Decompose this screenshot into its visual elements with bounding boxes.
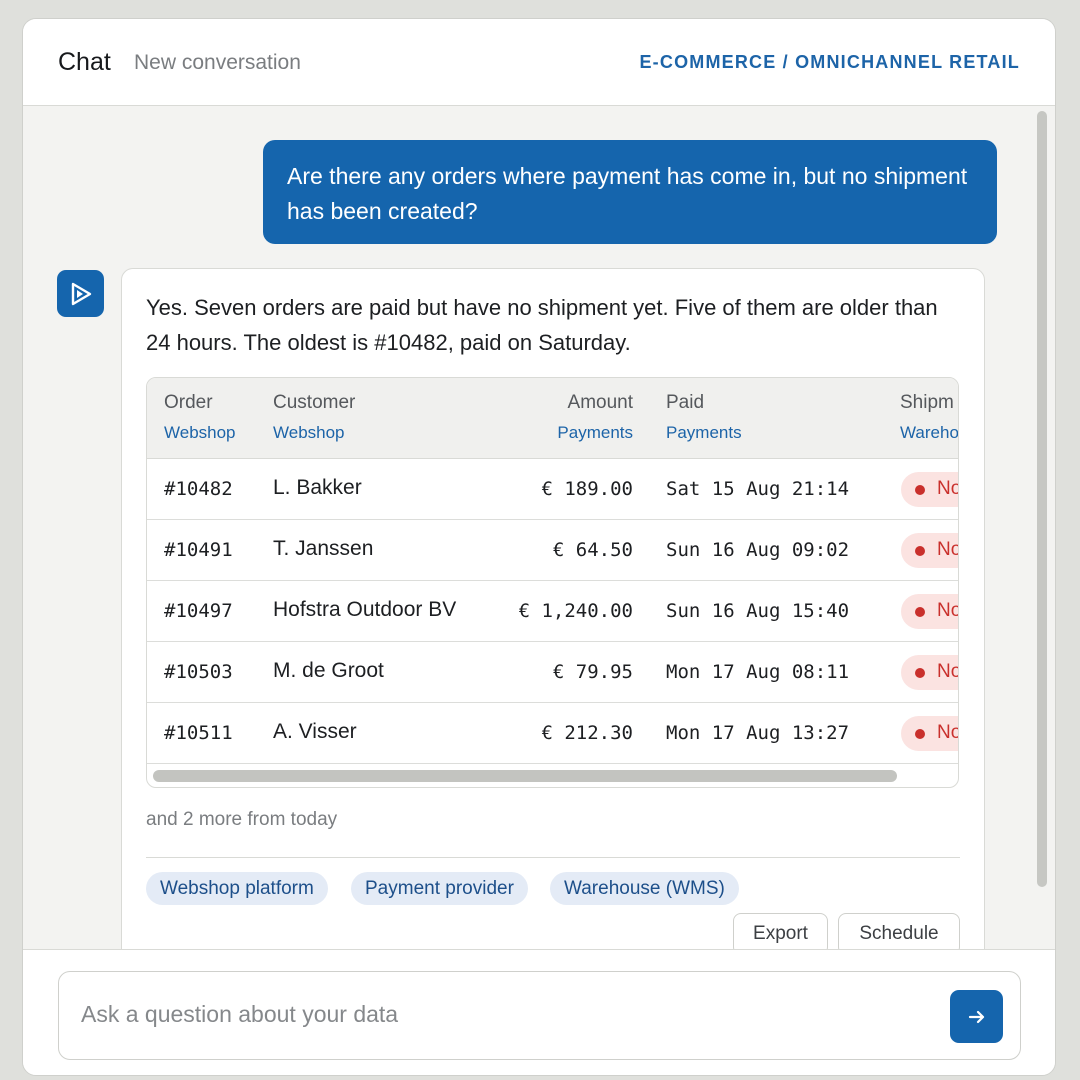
paid-date: Mon 17 Aug 08:11 xyxy=(666,661,850,683)
column-header-order[interactable]: Order Webshop xyxy=(164,392,236,443)
order-amount: € 189.00 xyxy=(541,478,633,500)
column-header-customer[interactable]: Customer Webshop xyxy=(273,392,355,443)
paid-date: Sun 16 Aug 09:02 xyxy=(666,539,850,561)
column-source: Payments xyxy=(666,423,742,442)
table-row[interactable]: #10503 M. de Groot € 79.95 Mon 17 Aug 08… xyxy=(147,642,958,703)
assistant-answer: Yes. Seven orders are paid but have no s… xyxy=(146,295,938,355)
column-label: Paid xyxy=(666,392,705,413)
customer-name: Hofstra Outdoor BV xyxy=(273,598,457,621)
column-source: Webshop xyxy=(164,423,236,442)
customer-name: T. Janssen xyxy=(273,537,374,560)
play-logo-icon xyxy=(71,282,91,305)
question-input[interactable] xyxy=(81,994,931,1034)
table-row[interactable]: #10511 A. Visser € 212.30 Mon 17 Aug 13:… xyxy=(147,703,958,764)
status-dot-icon xyxy=(915,546,925,556)
order-number: #10491 xyxy=(164,539,233,561)
status-text: No xyxy=(937,600,959,621)
chat-window: Chat New conversation E-COMMERCE / OMNIC… xyxy=(22,18,1056,1076)
paid-date: Sun 16 Aug 15:40 xyxy=(666,600,850,622)
more-results-note: and 2 more from today xyxy=(146,809,338,830)
context-breadcrumb[interactable]: E-COMMERCE / OMNICHANNEL RETAIL xyxy=(639,52,1020,73)
customer-name: L. Bakker xyxy=(273,476,362,499)
order-number: #10511 xyxy=(164,722,233,744)
composer-box xyxy=(58,971,1021,1060)
column-header-paid[interactable]: Paid Payments xyxy=(666,392,742,443)
status-text: No xyxy=(937,661,959,682)
status-dot-icon xyxy=(915,607,925,617)
assistant-avatar xyxy=(57,270,104,317)
status-text: No xyxy=(937,539,959,560)
results-table: Order Webshop Customer Webshop Amount Pa… xyxy=(146,377,959,788)
shipment-status-badge: No xyxy=(901,594,959,629)
customer-name: A. Visser xyxy=(273,720,357,743)
column-header-shipment[interactable]: Shipm Wareho xyxy=(900,392,959,443)
column-header-amount[interactable]: Amount Payments xyxy=(507,392,633,443)
column-label: Order xyxy=(164,392,213,413)
source-chip-webshop[interactable]: Webshop platform xyxy=(146,872,328,905)
conversation-title: New conversation xyxy=(134,51,301,74)
status-dot-icon xyxy=(915,729,925,739)
table-header: Order Webshop Customer Webshop Amount Pa… xyxy=(147,378,958,459)
send-button[interactable] xyxy=(950,990,1003,1043)
shipment-status-badge: No xyxy=(901,716,959,751)
column-source: Payments xyxy=(557,423,633,442)
horizontal-scrollbar[interactable] xyxy=(153,770,897,782)
scrollbar-thumb[interactable] xyxy=(1037,111,1047,887)
source-chip-warehouse[interactable]: Warehouse (WMS) xyxy=(550,872,739,905)
customer-name: M. de Groot xyxy=(273,659,384,682)
order-amount: € 1,240.00 xyxy=(518,600,633,622)
divider xyxy=(146,857,960,858)
order-number: #10503 xyxy=(164,661,233,683)
user-message: Are there any orders where payment has c… xyxy=(263,140,997,244)
order-amount: € 64.50 xyxy=(552,539,633,561)
composer xyxy=(23,949,1055,1075)
table-row[interactable]: #10482 L. Bakker € 189.00 Sat 15 Aug 21:… xyxy=(147,459,958,520)
status-text: No xyxy=(937,478,959,499)
source-chip-payments[interactable]: Payment provider xyxy=(351,872,528,905)
column-label: Amount xyxy=(567,392,633,413)
column-label: Shipm xyxy=(900,392,954,413)
header: Chat New conversation E-COMMERCE / OMNIC… xyxy=(23,19,1055,106)
order-number: #10497 xyxy=(164,600,233,622)
paid-date: Mon 17 Aug 13:27 xyxy=(666,722,850,744)
status-dot-icon xyxy=(915,668,925,678)
column-source: Webshop xyxy=(273,423,345,442)
paid-date: Sat 15 Aug 21:14 xyxy=(666,478,850,500)
shipment-status-badge: No xyxy=(901,533,959,568)
arrow-right-icon xyxy=(968,1010,984,1023)
status-dot-icon xyxy=(915,485,925,495)
table-row[interactable]: #10497 Hofstra Outdoor BV € 1,240.00 Sun… xyxy=(147,581,958,642)
page-title: Chat xyxy=(58,48,111,76)
shipment-status-badge: No xyxy=(901,472,959,507)
vertical-scrollbar[interactable] xyxy=(1035,111,1049,947)
shipment-status-badge: No xyxy=(901,655,959,690)
column-source: Wareho xyxy=(900,423,959,442)
column-label: Customer xyxy=(273,392,356,413)
status-text: No xyxy=(937,722,959,743)
order-amount: € 79.95 xyxy=(552,661,633,683)
table-row[interactable]: #10491 T. Janssen € 64.50 Sun 16 Aug 09:… xyxy=(147,520,958,581)
assistant-message: Yes. Seven orders are paid but have no s… xyxy=(121,268,985,988)
order-amount: € 212.30 xyxy=(541,722,633,744)
order-number: #10482 xyxy=(164,478,233,500)
